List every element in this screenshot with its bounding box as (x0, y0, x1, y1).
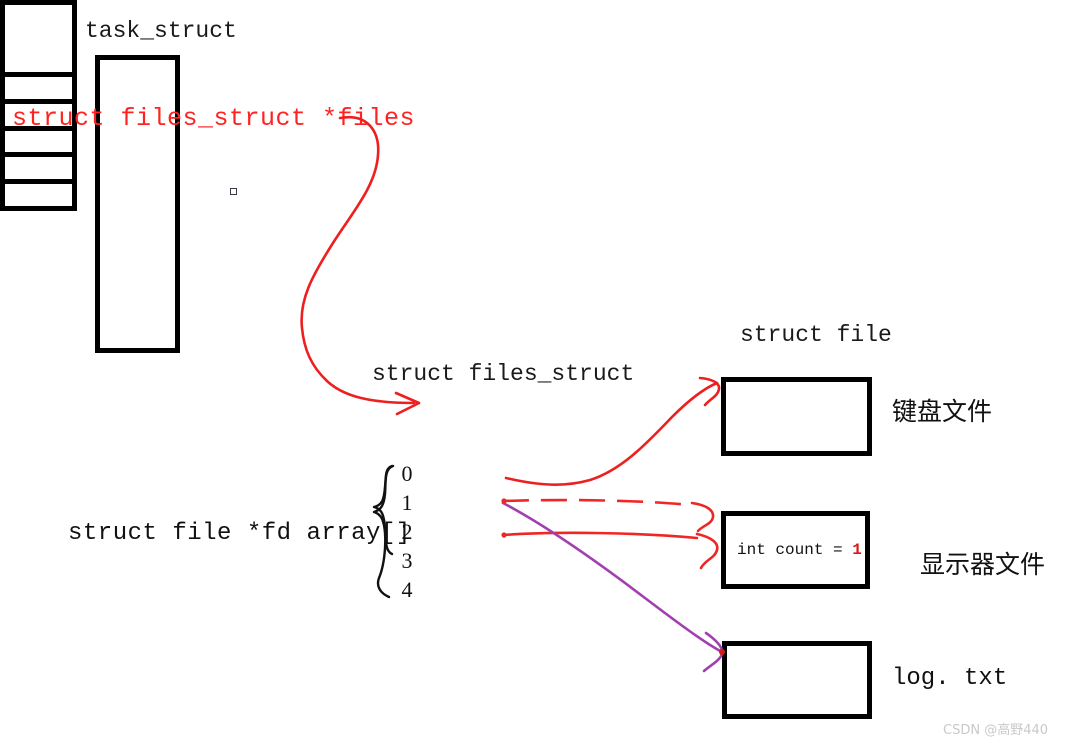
csdn-watermark: CSDN @高野440 (943, 723, 1049, 738)
fd-index-3: 3 (401, 548, 413, 573)
fd2-to-monitor-arrow (501, 531, 699, 540)
struct-file-title: struct file (740, 322, 892, 348)
fd-array-label: struct file *fd array[] (68, 520, 411, 547)
fd-index-4: 4 (401, 577, 413, 602)
fd-index-0: 0 (401, 461, 413, 486)
keyboard-file-box (721, 377, 872, 456)
fd2-origin-dot (501, 532, 507, 538)
fd1-to-log-arrowhead (702, 631, 724, 673)
fd-index-1: 1 (401, 490, 413, 515)
files-struct-header-cell (5, 5, 72, 77)
diagram-canvas: task_struct struct files_struct struct f… (0, 0, 1074, 745)
fd1-to-log-arrow (501, 501, 724, 654)
fd1-to-monitor-arrowhead (690, 501, 715, 533)
monitor-count-text: int count = 1 (737, 541, 862, 559)
fd1-to-monitor-dashed-arrow (502, 498, 691, 507)
log-file-label: log. txt (892, 665, 1008, 692)
log-file-box (722, 641, 872, 719)
stray-square-marker (230, 188, 237, 195)
monitor-file-label: 显示器文件 (920, 550, 1046, 579)
fd-slot-4[interactable] (5, 184, 72, 206)
keyboard-file-label: 键盘文件 (892, 397, 993, 426)
fd0-to-keyboard-arrowhead (698, 376, 721, 407)
files-pointer-label: struct files_struct *files (12, 104, 416, 133)
files-pointer-arrowhead (394, 391, 421, 416)
fd-slot-2[interactable] (5, 130, 72, 158)
monitor-file-box: int count = 1 (721, 511, 870, 589)
fd0-to-keyboard-arrow (504, 381, 719, 486)
fd-slot-3[interactable] (5, 157, 72, 185)
files-struct-title: struct files_struct (372, 361, 635, 387)
fd2-to-monitor-arrowhead (695, 532, 719, 570)
fd1-origin-dot (501, 498, 507, 504)
task-struct-title: task_struct (85, 18, 237, 44)
fd-slot-0[interactable] (5, 77, 72, 104)
task-struct-box (95, 55, 180, 353)
monitor-count-prefix: int count = (737, 541, 853, 559)
monitor-count-value: 1 (852, 541, 862, 559)
